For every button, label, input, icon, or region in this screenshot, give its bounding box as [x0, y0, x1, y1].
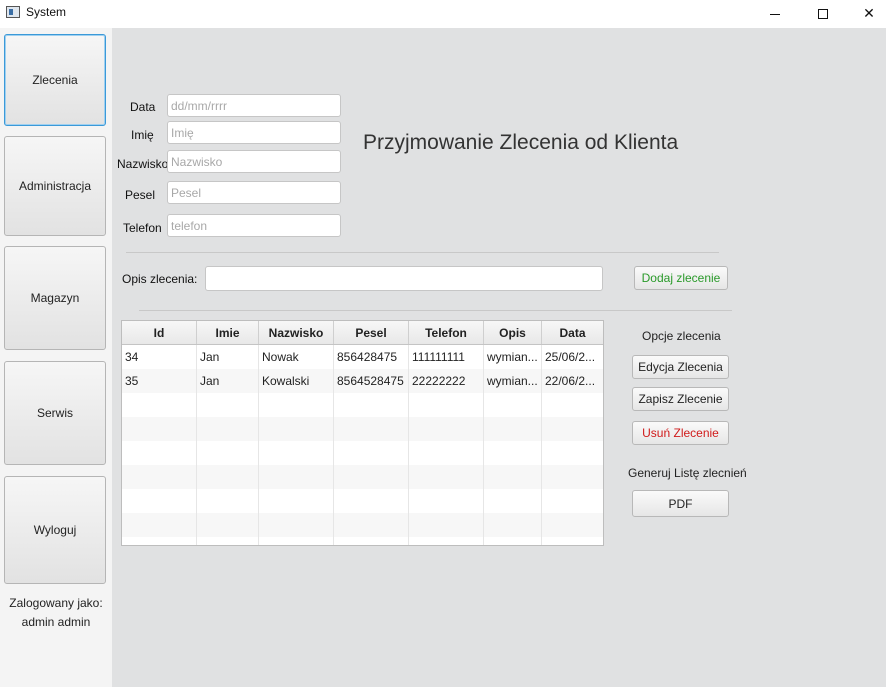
- orders-table[interactable]: Id Imie Nazwisko Pesel Telefon Opis Data…: [121, 320, 604, 546]
- maximize-button[interactable]: [800, 0, 846, 28]
- add-order-button[interactable]: Dodaj zlecenie: [634, 266, 728, 290]
- options-title: Opcje zlecenia: [642, 329, 721, 343]
- pdf-button[interactable]: PDF: [632, 490, 729, 517]
- close-icon: ✕: [863, 5, 875, 21]
- table-cell: 111111111: [409, 345, 484, 369]
- description-label: Opis zlecenia:: [122, 272, 198, 286]
- column-header-nazwisko[interactable]: Nazwisko: [259, 321, 334, 344]
- sidebar-item-label: Serwis: [36, 406, 73, 420]
- column-header-opis[interactable]: Opis: [484, 321, 542, 344]
- description-input[interactable]: [205, 266, 603, 291]
- sidebar-item-magazyn[interactable]: Magazyn: [4, 246, 106, 350]
- separator: [126, 252, 719, 253]
- table-row[interactable]: 34 Jan Nowak 856428475 111111111 wymian.…: [122, 345, 603, 369]
- first-name-label: Imię: [131, 128, 154, 142]
- table-cell: 856428475: [334, 345, 409, 369]
- window-title: System: [26, 5, 67, 19]
- first-name-input[interactable]: [167, 121, 341, 144]
- sidebar-item-label: Wyloguj: [33, 523, 77, 537]
- empty-table-row: [122, 513, 603, 537]
- sidebar-item-label: Zlecenia: [32, 73, 78, 87]
- empty-table-row: [122, 537, 603, 545]
- page-title: Przyjmowanie Zlecenia od Klienta: [363, 131, 679, 154]
- table-cell: Jan: [197, 369, 259, 393]
- table-cell: 22222222: [409, 369, 484, 393]
- logged-in-info: Zalogowany jako: admin admin: [0, 594, 112, 632]
- table-cell: wymian...: [484, 369, 542, 393]
- table-cell: Jan: [197, 345, 259, 369]
- sidebar-item-wyloguj[interactable]: Wyloguj: [4, 476, 106, 584]
- separator: [139, 310, 732, 311]
- empty-table-row: [122, 393, 603, 417]
- minimize-button[interactable]: [752, 0, 798, 28]
- table-cell: 34: [122, 345, 197, 369]
- logged-in-user: admin admin: [21, 615, 91, 629]
- table-cell: wymian...: [484, 345, 542, 369]
- empty-table-row: [122, 465, 603, 489]
- sidebar-item-label: Magazyn: [30, 291, 80, 305]
- last-name-input[interactable]: [167, 150, 341, 173]
- empty-table-row: [122, 489, 603, 513]
- date-label: Data: [130, 100, 156, 114]
- app-window-icon: [6, 6, 20, 18]
- table-header: Id Imie Nazwisko Pesel Telefon Opis Data: [122, 321, 603, 345]
- column-header-data[interactable]: Data: [542, 321, 603, 344]
- maximize-icon: [818, 9, 828, 20]
- edit-order-button[interactable]: Edycja Zlecenia: [632, 355, 729, 379]
- empty-table-row: [122, 417, 603, 441]
- table-cell: 22/06/2...: [545, 374, 596, 388]
- table-cell: Nowak: [259, 345, 334, 369]
- sidebar-item-administracja[interactable]: Administracja: [4, 136, 106, 236]
- last-name-label: Nazwisko: [117, 157, 169, 171]
- sidebar-item-serwis[interactable]: Serwis: [4, 361, 106, 465]
- table-cell: 8564528475: [334, 369, 409, 393]
- sidebar-item-zlecenia[interactable]: Zlecenia: [4, 34, 106, 126]
- table-row[interactable]: 35 Jan Kowalski 8564528475 22222222 wymi…: [122, 369, 603, 393]
- empty-table-row: [122, 441, 603, 465]
- column-header-id[interactable]: Id: [122, 321, 197, 344]
- close-button[interactable]: ✕: [846, 0, 886, 28]
- table-cell: Kowalski: [259, 369, 334, 393]
- generate-list-label: Generuj Listę zlecnień: [628, 466, 747, 480]
- date-input[interactable]: [167, 94, 341, 117]
- table-cell: 25/06/2...: [545, 350, 596, 364]
- main-panel: Data Imię Nazwisko Pesel Telefon Przyjmo…: [112, 28, 886, 687]
- sidebar: Zlecenia Administracja Magazyn Serwis Wy…: [0, 28, 112, 687]
- phone-input[interactable]: [167, 214, 341, 237]
- save-order-button[interactable]: Zapisz Zlecenie: [632, 387, 729, 411]
- sidebar-item-label: Administracja: [18, 179, 92, 193]
- pesel-input[interactable]: [167, 181, 341, 204]
- pesel-label: Pesel: [125, 188, 156, 202]
- column-header-pesel[interactable]: Pesel: [334, 321, 409, 344]
- title-bar: System ✕: [0, 0, 886, 28]
- column-header-telefon[interactable]: Telefon: [409, 321, 484, 344]
- delete-order-button[interactable]: Usuń Zlecenie: [632, 421, 729, 445]
- column-header-imie[interactable]: Imie: [197, 321, 259, 344]
- logged-in-label: Zalogowany jako:: [9, 596, 103, 610]
- table-cell: 35: [122, 369, 197, 393]
- phone-label: Telefon: [123, 221, 162, 235]
- minimize-icon: [770, 13, 780, 15]
